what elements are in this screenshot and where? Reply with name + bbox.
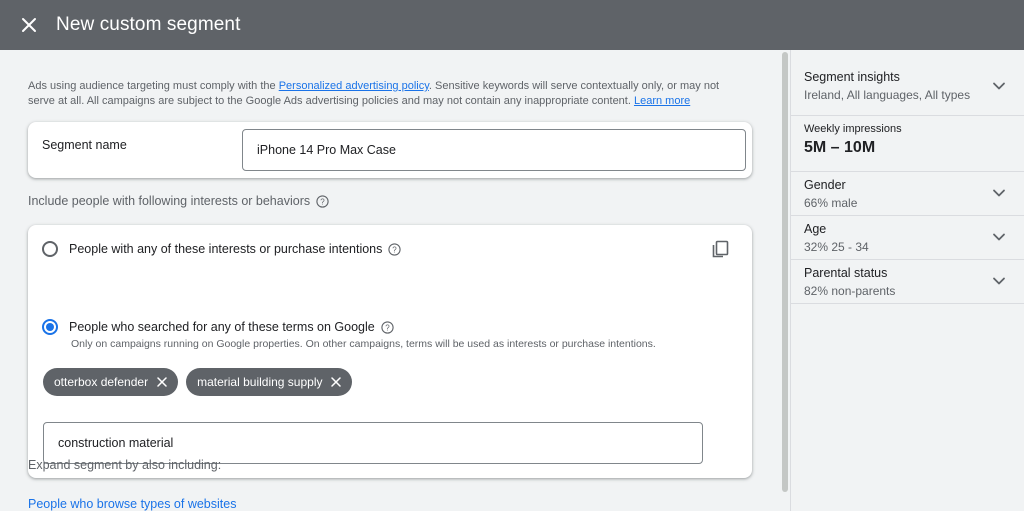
include-card: People with any of these interests or pu… bbox=[28, 225, 752, 478]
segment-insights-section[interactable]: Segment insights Ireland, All languages,… bbox=[791, 50, 1024, 116]
segment-name-value: iPhone 14 Pro Max Case bbox=[257, 143, 396, 157]
main-panel: Ads using audience targeting must comply… bbox=[0, 50, 780, 511]
gender-summary: 66% male bbox=[804, 196, 858, 210]
segment-insights-title: Segment insights bbox=[804, 70, 900, 84]
chip-label: otterbox defender bbox=[54, 375, 149, 389]
radio-interests-label: People with any of these interests or pu… bbox=[69, 242, 383, 256]
parental-status-section[interactable]: Parental status 82% non-parents bbox=[791, 260, 1024, 304]
notice-text-before: Ads using audience targeting must comply… bbox=[28, 80, 279, 92]
scrollbar-thumb[interactable] bbox=[782, 52, 788, 492]
chevron-down-icon[interactable] bbox=[992, 186, 1006, 200]
chevron-down-icon[interactable] bbox=[992, 230, 1006, 244]
chip-label: material building supply bbox=[197, 375, 323, 389]
parental-status-summary: 82% non-parents bbox=[804, 284, 896, 298]
help-icon[interactable]: ? bbox=[388, 242, 402, 256]
close-button[interactable] bbox=[18, 14, 40, 36]
gender-section[interactable]: Gender 66% male bbox=[791, 172, 1024, 216]
personalized-policy-link[interactable]: Personalized advertising policy bbox=[279, 80, 429, 92]
chevron-down-icon[interactable] bbox=[992, 274, 1006, 288]
expand-segment-label: Expand segment by also including: bbox=[28, 458, 222, 472]
svg-text:?: ? bbox=[385, 323, 390, 332]
search-terms-note: Only on campaigns running on Google prop… bbox=[71, 338, 656, 350]
weekly-impressions-section: Weekly impressions 5M – 10M bbox=[791, 116, 1024, 172]
close-icon bbox=[22, 18, 36, 32]
close-icon[interactable] bbox=[156, 376, 168, 388]
radio-option-searched[interactable]: People who searched for any of these ter… bbox=[42, 319, 394, 335]
browse-websites-link[interactable]: People who browse types of websites bbox=[28, 497, 236, 511]
include-label: Include people with following interests … bbox=[28, 194, 329, 208]
parental-status-title: Parental status bbox=[804, 266, 888, 280]
impressions-value: 5M – 10M bbox=[804, 139, 876, 156]
age-summary: 32% 25 - 34 bbox=[804, 240, 869, 254]
search-term-value: construction material bbox=[58, 436, 174, 450]
segment-name-card: Segment name iPhone 14 Pro Max Case bbox=[28, 122, 752, 178]
segment-name-label: Segment name bbox=[42, 138, 127, 152]
top-bar: New custom segment bbox=[0, 0, 1024, 50]
radio-searched-label: People who searched for any of these ter… bbox=[69, 320, 375, 334]
svg-text:?: ? bbox=[393, 245, 398, 254]
policy-notice: Ads using audience targeting must comply… bbox=[28, 79, 748, 109]
age-title: Age bbox=[804, 222, 827, 236]
help-icon[interactable]: ? bbox=[316, 194, 329, 208]
gender-title: Gender bbox=[804, 178, 846, 192]
segment-name-input[interactable]: iPhone 14 Pro Max Case bbox=[242, 129, 746, 171]
page-title: New custom segment bbox=[56, 14, 241, 35]
age-section[interactable]: Age 32% 25 - 34 bbox=[791, 216, 1024, 260]
radio-interests[interactable] bbox=[42, 241, 58, 257]
insights-sidebar: Segment insights Ireland, All languages,… bbox=[790, 50, 1024, 511]
chevron-down-icon[interactable] bbox=[992, 79, 1006, 93]
close-icon[interactable] bbox=[330, 376, 342, 388]
search-term-chips: otterbox defender material building supp… bbox=[43, 368, 353, 396]
include-label-text: Include people with following interests … bbox=[28, 194, 311, 208]
segment-insights-summary: Ireland, All languages, All types bbox=[804, 88, 971, 102]
radio-searched[interactable] bbox=[42, 319, 58, 335]
term-chip[interactable]: otterbox defender bbox=[43, 368, 179, 396]
radio-option-interests[interactable]: People with any of these interests or pu… bbox=[42, 241, 402, 257]
scrollbar[interactable] bbox=[780, 50, 790, 511]
learn-more-link[interactable]: Learn more bbox=[634, 95, 690, 107]
term-chip[interactable]: material building supply bbox=[186, 368, 353, 396]
help-icon[interactable]: ? bbox=[381, 320, 394, 334]
impressions-label: Weekly impressions bbox=[804, 123, 902, 135]
svg-text:?: ? bbox=[320, 197, 325, 206]
copy-icon[interactable] bbox=[710, 239, 730, 259]
